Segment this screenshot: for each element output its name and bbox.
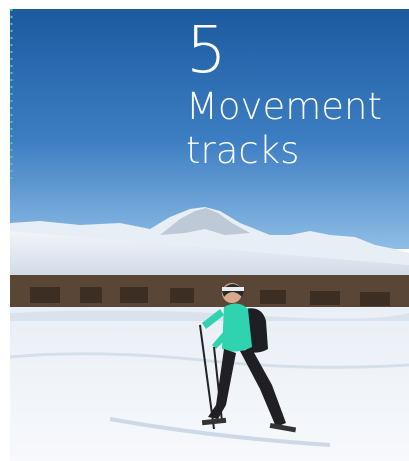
hero-photo: 5 Movement tracks xyxy=(10,9,409,461)
barn-wall xyxy=(10,275,409,309)
dotted-accent-line xyxy=(10,9,13,179)
headline: 5 Movement tracks xyxy=(186,17,382,173)
tracks-count: 5 xyxy=(186,14,228,88)
headline-line-2: tracks xyxy=(186,129,300,172)
snow-field xyxy=(10,307,409,461)
headline-line-1: Movement xyxy=(186,85,382,128)
